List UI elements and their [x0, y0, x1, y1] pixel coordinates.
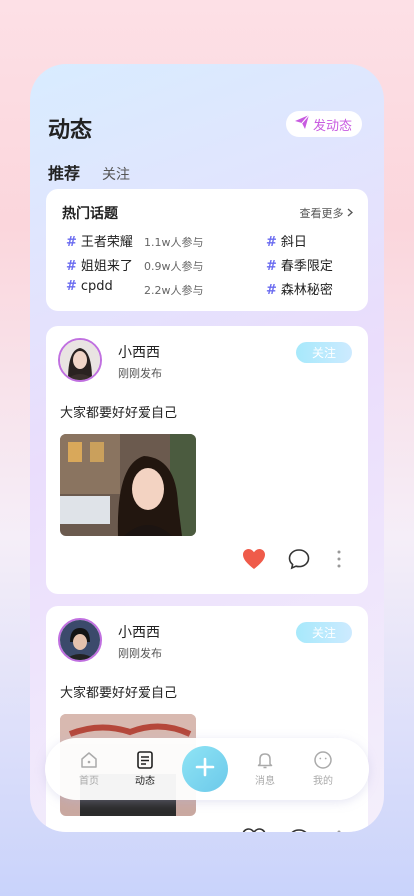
post-time: 刚刚发布: [118, 367, 162, 380]
like-button[interactable]: [242, 548, 266, 574]
topic-count: 0.9w人参与: [144, 260, 204, 273]
hash-icon: #: [266, 283, 277, 298]
hash-icon: #: [66, 235, 77, 250]
smile-icon: [303, 750, 343, 770]
comment-icon: [288, 549, 310, 574]
tab-following[interactable]: 关注: [102, 164, 130, 184]
phone-screen: 动态 发动态 推荐 关注 热门话题 查看更多 # 王者荣耀 1.1w人参与 # 姐姐…: [30, 64, 384, 832]
username[interactable]: 小西西: [118, 622, 160, 642]
topic-name: cpdd: [80, 279, 113, 294]
plus-icon: [195, 757, 215, 781]
comment-button[interactable]: [288, 828, 310, 832]
topic-item[interactable]: # cpdd: [66, 279, 113, 294]
post-time: 刚刚发布: [118, 647, 162, 660]
see-more-link[interactable]: 查看更多: [300, 205, 355, 221]
topic-name: 姐姐来了: [80, 259, 133, 274]
comment-button[interactable]: [288, 548, 310, 574]
nav-messages[interactable]: 消息: [245, 750, 285, 787]
topic-item[interactable]: # 森林秘密: [266, 279, 333, 298]
post-photo[interactable]: [60, 434, 196, 536]
feed-icon: [125, 750, 165, 770]
nav-feed[interactable]: 动态: [125, 750, 165, 787]
create-post-button[interactable]: [182, 746, 228, 792]
topic-item[interactable]: # 春季限定: [266, 255, 333, 274]
topic-item[interactable]: # 斜日: [266, 231, 307, 250]
topic-name: 春季限定: [280, 259, 333, 274]
hash-icon: #: [66, 279, 77, 294]
post-moment-label: 发动态: [312, 118, 352, 134]
nav-profile[interactable]: 我的: [303, 750, 343, 787]
tab-recommend[interactable]: 推荐: [48, 160, 80, 184]
like-button[interactable]: [242, 828, 266, 832]
more-button[interactable]: [336, 548, 342, 574]
hash-icon: #: [66, 259, 77, 274]
topic-count: 2.2w人参与: [144, 284, 204, 297]
topic-name: 王者荣耀: [80, 235, 133, 250]
bell-icon: [245, 750, 285, 770]
post-text: 大家都要好好爱自己: [60, 686, 178, 701]
more-vertical-icon: [336, 550, 342, 574]
see-more-label: 查看更多: [299, 207, 344, 220]
nav-home[interactable]: 首页: [69, 750, 109, 787]
feed-tabs: 推荐 关注: [48, 160, 130, 184]
post-text: 大家都要好好爱自己: [60, 406, 178, 421]
topic-item[interactable]: # 姐姐来了: [66, 255, 133, 274]
chevron-right-icon: [347, 207, 354, 220]
topic-count: 1.1w人参与: [144, 236, 204, 249]
avatar[interactable]: [58, 618, 102, 662]
post-moment-button[interactable]: 发动态: [285, 111, 362, 137]
nav-profile-label: 我的: [313, 776, 333, 787]
hash-icon: #: [266, 259, 277, 274]
page-title: 动态: [48, 118, 93, 143]
nav-home-label: 首页: [79, 776, 99, 787]
topic-name: 森林秘密: [280, 283, 333, 298]
follow-button[interactable]: 关注: [296, 342, 352, 363]
hash-icon: #: [266, 235, 277, 250]
follow-button[interactable]: 关注: [296, 622, 352, 643]
home-icon: [69, 750, 109, 770]
avatar[interactable]: [58, 338, 102, 382]
send-icon: [294, 114, 310, 134]
heart-icon: [242, 549, 266, 574]
nav-messages-label: 消息: [255, 776, 275, 787]
hot-topics-title: 热门话题: [62, 206, 118, 222]
topic-name: 斜日: [280, 235, 307, 250]
username[interactable]: 小西西: [118, 342, 160, 362]
topic-item[interactable]: # 王者荣耀: [66, 231, 133, 250]
hot-topics-card: 热门话题 查看更多 # 王者荣耀 1.1w人参与 # 姐姐来了 0.9w人参与 # c…: [46, 189, 368, 311]
post-card[interactable]: 小西西 刚刚发布 关注 大家都要好好爱自己: [46, 326, 368, 594]
more-button[interactable]: [336, 828, 342, 832]
bottom-nav: 首页 动态 消息 我的: [45, 738, 369, 800]
nav-feed-label: 动态: [135, 776, 155, 787]
